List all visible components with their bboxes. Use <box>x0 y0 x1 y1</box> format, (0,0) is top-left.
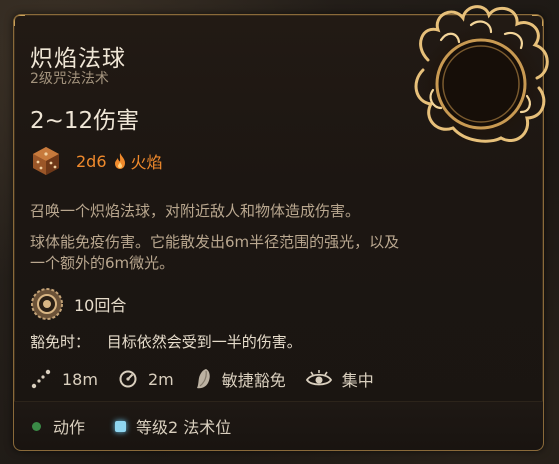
aoe-stat: 2m <box>118 369 174 389</box>
save-type-stat: 敏捷豁免 <box>194 367 286 391</box>
concentration-icon <box>305 370 332 386</box>
action-dot-icon <box>32 421 41 431</box>
aoe-text: 2m <box>147 369 174 389</box>
spell-level-school: 2级咒法法术 <box>30 71 109 87</box>
frame-corner <box>14 15 25 26</box>
aoe-icon <box>119 370 137 388</box>
d6-die-icon <box>33 147 59 175</box>
damage-dice: 2d6 <box>76 151 107 171</box>
damage-total: 2~12伤害 <box>30 108 140 134</box>
spell-description-extra: 球体能免疫伤害。它能散发出6m半径范围的强光，以及 一个额外的6m微光。 <box>30 232 500 274</box>
range-text: 18m <box>62 369 98 389</box>
resource-footer: 动作 等级2 法术位 <box>14 401 543 450</box>
concentration-stat: 集中 <box>305 367 374 391</box>
saving-throw-label: 豁免时： <box>30 333 91 351</box>
dexterity-save-icon <box>196 369 210 389</box>
duration-icon <box>31 288 63 320</box>
damage-row: 2d6 火焰 <box>30 143 163 179</box>
flaming-sphere-icon <box>414 5 549 144</box>
concentration-text: 集中 <box>341 371 374 390</box>
saving-throw-text: 目标依然会受到一半的伤害。 <box>106 333 302 351</box>
action-cost: 动作 <box>32 414 85 438</box>
flame-icon <box>114 153 125 169</box>
spell-slot-cost: 等级2 法术位 <box>115 414 231 438</box>
spell-slot-label: 等级2 法术位 <box>136 418 232 437</box>
description-line: 一个额外的6m微光。 <box>30 254 175 272</box>
range-icon <box>31 369 51 389</box>
description-line: 球体能免疫伤害。它能散发出6m半径范围的强光，以及 <box>30 233 400 251</box>
spell-description: 召唤一个炽焰法球，对附近敌人和物体造成伤害。 <box>30 202 361 220</box>
saving-throw-row: 豁免时： 目标依然会受到一半的伤害。 <box>30 331 302 352</box>
spell-stats-row: 18m 2m 敏捷豁免 集中 <box>30 367 394 391</box>
duration-text: 10回合 <box>74 296 127 315</box>
damage-type: 火焰 <box>130 153 163 172</box>
action-label: 动作 <box>53 418 86 437</box>
spell-slot-icon <box>115 420 127 432</box>
duration-row: 10回合 <box>30 287 126 321</box>
range-stat: 18m <box>30 368 98 390</box>
save-type-text: 敏捷豁免 <box>221 371 286 390</box>
